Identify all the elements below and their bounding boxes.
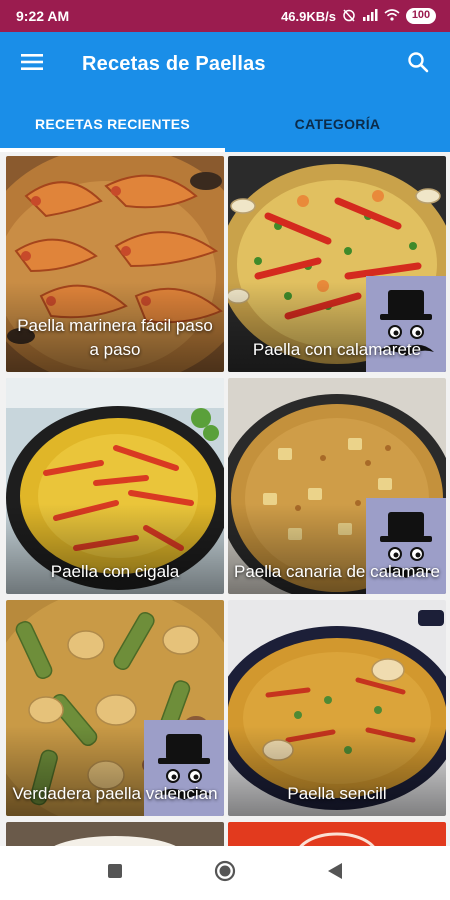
circle-home-icon — [214, 860, 236, 887]
status-time: 9:22 AM — [16, 8, 70, 24]
recipe-photo — [228, 822, 446, 846]
recipe-card[interactable] — [228, 822, 446, 846]
recipe-card[interactable]: Paella con calamarete — [228, 156, 446, 372]
menu-button[interactable] — [0, 32, 64, 96]
tab-bar: RECETAS RECIENTES CATEGORÍA — [0, 96, 450, 152]
recipe-title: Paella sencill — [287, 784, 387, 803]
recipe-card[interactable]: Paella sencill — [228, 600, 446, 816]
recipe-title: Verdadera paella valencian — [12, 784, 218, 803]
recipe-title: Paella con calamarete — [252, 340, 422, 359]
search-button[interactable] — [386, 32, 450, 96]
recipe-card[interactable]: Paella marinera fácil paso a paso — [6, 156, 224, 372]
tab-categoria[interactable]: CATEGORÍA — [225, 96, 450, 152]
alarm-off-icon — [342, 8, 356, 25]
tab-recetas-recientes[interactable]: RECETAS RECIENTES — [0, 96, 225, 152]
square-recents-icon — [108, 863, 122, 883]
recents-button[interactable] — [95, 853, 135, 893]
recipe-title: Paella con cigala — [50, 562, 180, 581]
hamburger-menu-icon — [21, 53, 43, 75]
recipe-card[interactable] — [6, 822, 224, 846]
recipe-photo — [6, 822, 224, 846]
recipe-card[interactable]: Paella canaria de calamare — [228, 378, 446, 594]
wifi-icon — [384, 8, 400, 24]
app-bar: Recetas de Paellas — [0, 32, 450, 96]
network-speed: 46.9KB/s — [281, 8, 336, 24]
back-button[interactable] — [315, 853, 355, 893]
recipe-card[interactable]: Verdadera paella valencian — [6, 600, 224, 816]
system-nav-bar — [0, 846, 450, 900]
search-icon — [407, 51, 429, 78]
home-button[interactable] — [205, 853, 245, 893]
triangle-back-icon — [328, 862, 342, 884]
status-bar: 9:22 AM 46.9KB/s 100 — [0, 0, 450, 32]
recipe-title: Paella marinera fácil paso a paso — [17, 316, 213, 359]
battery-icon: 100 — [406, 8, 436, 24]
signal-icon — [362, 8, 378, 24]
status-indicators: 46.9KB/s 100 — [281, 8, 436, 25]
app-title: Recetas de Paellas — [82, 52, 266, 75]
recipe-card[interactable]: Paella con cigala — [6, 378, 224, 594]
recipe-grid: Paella marinera fácil paso a paso Paella… — [0, 152, 450, 846]
recipe-title: Paella canaria de calamare — [234, 562, 441, 581]
